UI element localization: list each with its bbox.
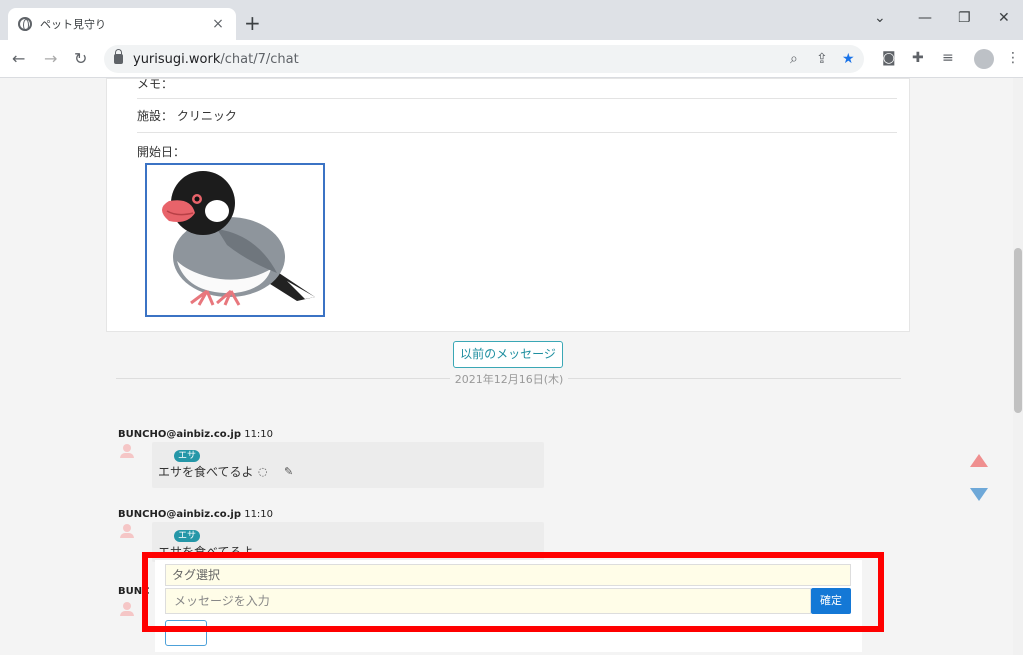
- edit-icon[interactable]: ✎: [284, 465, 293, 478]
- comment-icon[interactable]: ◌: [258, 465, 268, 478]
- scroll-up-arrow-icon[interactable]: [970, 454, 988, 467]
- close-tab-icon[interactable]: ×: [210, 16, 226, 32]
- globe-icon: [18, 17, 32, 31]
- start-row: 開始日：: [137, 143, 897, 163]
- extensions-icon[interactable]: ✚: [912, 50, 924, 66]
- forward-icon[interactable]: →: [44, 49, 57, 68]
- bookmark-star-icon[interactable]: ★: [842, 51, 855, 67]
- scrollbar[interactable]: [1013, 78, 1023, 655]
- address-bar[interactable]: yurisugi.work/chat/7/chat ⌕ ⇪ ★: [104, 45, 864, 73]
- scroll-down-arrow-icon[interactable]: [970, 488, 988, 501]
- user-avatar-icon: [120, 602, 134, 616]
- date-label: 2021年12月16日(木): [450, 371, 568, 387]
- message-bubble: エサ エサを食べてるよ ◌ ✎: [152, 442, 544, 488]
- memo-row: メモ：: [137, 78, 897, 99]
- share-icon[interactable]: ⇪: [816, 51, 828, 67]
- back-icon[interactable]: ←: [12, 49, 25, 68]
- zoom-icon[interactable]: ⌕: [790, 51, 798, 67]
- older-messages-button[interactable]: 以前のメッセージ: [453, 341, 563, 368]
- highlight-annotation: [142, 552, 884, 632]
- restore-icon[interactable]: ❐: [958, 10, 971, 26]
- scroll-thumb[interactable]: [1014, 248, 1022, 413]
- tab-search-icon[interactable]: ⌄: [874, 10, 886, 26]
- page-viewport: メモ： 施設： クリニック 開始日： 以前のメッセージ 2021年12月16日(…: [0, 78, 1023, 655]
- record-card: メモ： 施設： クリニック 開始日：: [106, 78, 910, 332]
- minimize-icon[interactable]: —: [918, 10, 932, 26]
- message-text: エサを食べてるよ: [158, 465, 254, 479]
- message-tag: エサ: [174, 530, 201, 542]
- browser-tab-bar: ペット見守り × + ⌄ — ❐ ✕: [0, 0, 1023, 40]
- memo-label: メモ：: [137, 78, 174, 91]
- new-tab-icon[interactable]: +: [244, 11, 261, 35]
- reading-list-icon[interactable]: ≡: [942, 50, 954, 66]
- close-window-icon[interactable]: ✕: [998, 10, 1010, 26]
- browser-tab[interactable]: ペット見守り ×: [8, 8, 236, 40]
- message-tag: エサ: [174, 450, 201, 462]
- pet-photo: [145, 163, 325, 317]
- facility-label: 施設：: [137, 109, 174, 123]
- browser-toolbar: ← → ↻ yurisugi.work/chat/7/chat ⌕ ⇪ ★ ◙ …: [0, 40, 1023, 78]
- facility-value: クリニック: [176, 109, 237, 123]
- lock-icon: [114, 49, 123, 64]
- url-host: yurisugi.work: [133, 51, 221, 67]
- camera-icon[interactable]: ◙: [882, 50, 896, 66]
- user-avatar-icon: [120, 444, 134, 458]
- profile-avatar[interactable]: [974, 49, 994, 69]
- menu-icon[interactable]: ⋮: [1006, 50, 1020, 66]
- url-path: /chat/7/chat: [220, 51, 299, 67]
- message-sender: BUNCHO@ainbiz.co.jp 11:10: [118, 509, 273, 520]
- message-sender: BUNCHO@ainbiz.co.jp 11:10: [118, 429, 273, 440]
- java-sparrow-illustration: [162, 171, 315, 306]
- message-time: 11:10: [244, 429, 274, 440]
- start-label: 開始日：: [137, 145, 186, 159]
- sender-email: BUNCHO@ainbiz.co.jp: [118, 509, 242, 520]
- tab-title: ペット見守り: [40, 18, 106, 31]
- message-time: 11:10: [244, 509, 274, 520]
- user-avatar-icon: [120, 524, 134, 538]
- sender-email: BUNCHO@ainbiz.co.jp: [118, 429, 242, 440]
- reload-icon[interactable]: ↻: [74, 49, 87, 68]
- facility-row: 施設： クリニック: [137, 107, 897, 133]
